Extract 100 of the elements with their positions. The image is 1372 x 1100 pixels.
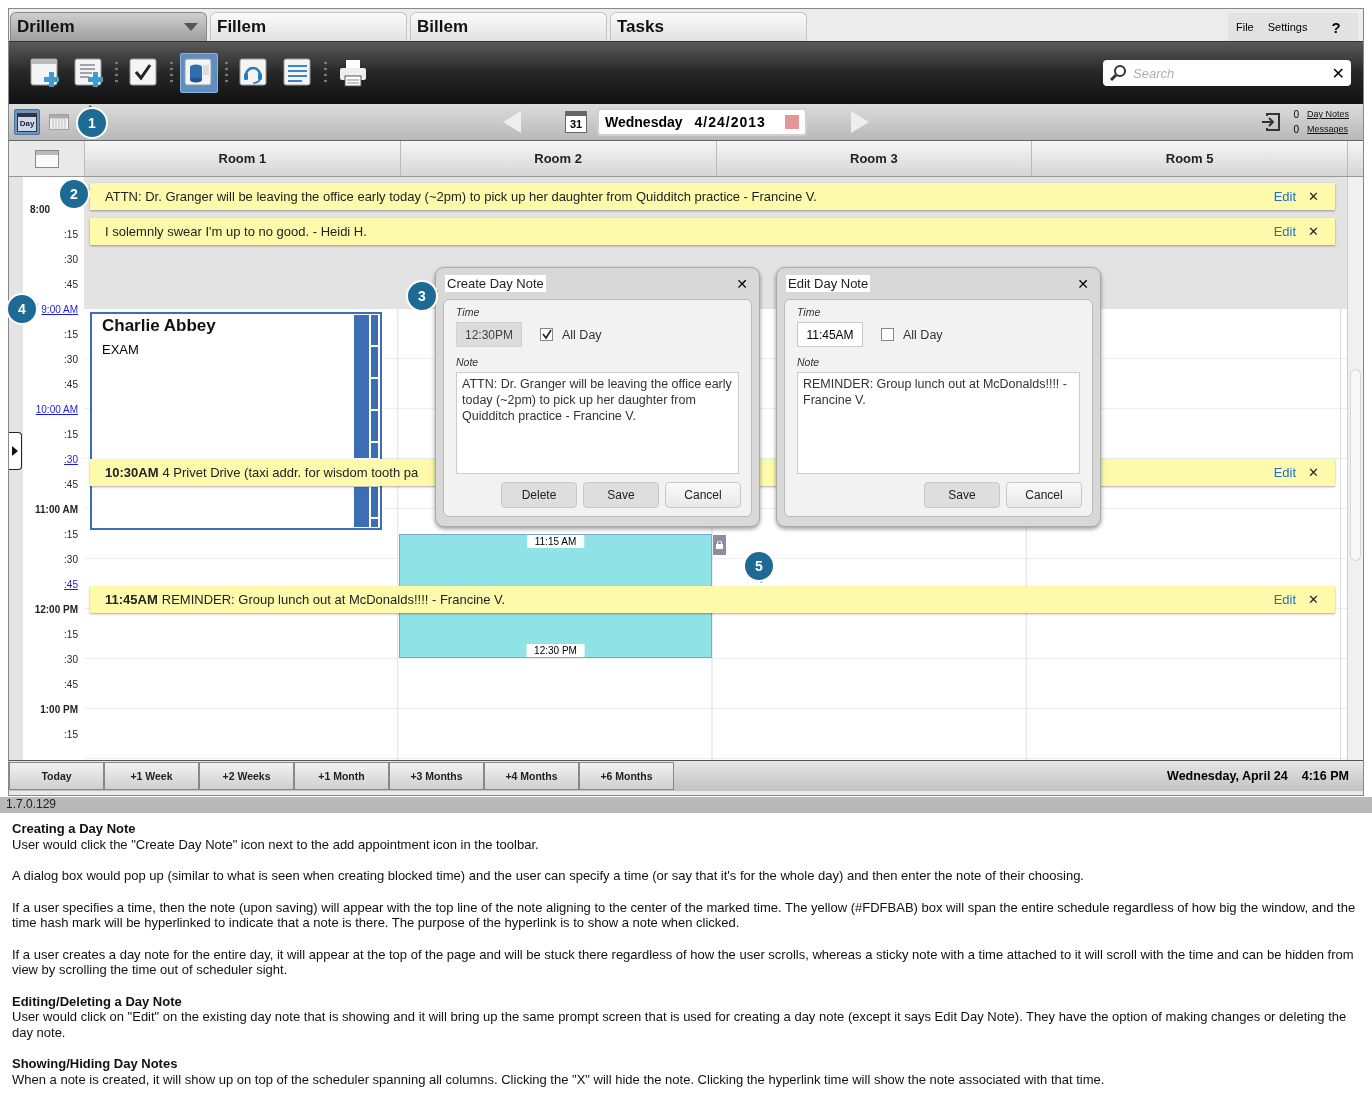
time-field: 12:30PM xyxy=(456,322,522,347)
field-label: Note xyxy=(797,356,821,368)
note-field[interactable]: REMINDER: Group lunch out at McDonalds!!!! - Francine V. xyxy=(797,372,1080,474)
time-link[interactable]: :45 xyxy=(64,579,78,590)
appointment-type: EXAM xyxy=(102,342,140,357)
close-button[interactable]: ✕ xyxy=(1308,592,1319,607)
edit-link[interactable]: Edit xyxy=(1273,224,1297,239)
time-link[interactable]: 9:00 AM xyxy=(41,304,78,315)
time-label: 8:00 xyxy=(30,204,50,215)
time-label: 1:00 PM xyxy=(40,704,78,715)
note-plus-icon xyxy=(72,56,106,90)
close-button[interactable]: ✕ xyxy=(1308,224,1319,239)
note-field[interactable]: ATTN: Dr. Granger will be leaving the office early today (~2pm) to pick up her daughter from Quidditch practice - Francine V. xyxy=(456,372,739,474)
checkbox[interactable] xyxy=(881,328,894,341)
time-link[interactable]: :30 xyxy=(64,454,78,465)
edit-link[interactable]: Edit xyxy=(1273,465,1297,480)
expand-handle[interactable] xyxy=(9,432,22,470)
paragraph: User would click on "Edit" on the existing day note that is showing and it will bring up the same prompt screen that is used for creating a day note (except it says Edit Day Note). They have the option of making changes or deleting the day note. xyxy=(12,1009,1348,1040)
time-label: :45 xyxy=(64,679,78,690)
checkbox[interactable] xyxy=(540,328,553,341)
status-date: Wednesday, April 24 xyxy=(1167,769,1288,783)
counter-link[interactable]: Day Notes xyxy=(1306,107,1349,122)
status-stripe xyxy=(354,486,380,528)
search-icon xyxy=(1109,64,1127,82)
dialog-button[interactable]: Cancel xyxy=(665,482,741,508)
paragraph: User would click the "Create Day Note" icon next to the add appointment icon in the toolbar. xyxy=(12,836,540,852)
dialog-title: Edit Day Note xyxy=(786,275,871,292)
count-text: 0 xyxy=(1293,123,1299,137)
tab[interactable]: Fillem xyxy=(210,12,407,41)
note-text: I solemnly swear I'm up to no good. - Heidi H. xyxy=(105,224,368,239)
jump-button[interactable]: Today xyxy=(9,762,104,790)
column-header: Room 5 xyxy=(1031,141,1347,176)
time-label: :30 xyxy=(64,654,78,665)
close-button[interactable]: ✕ xyxy=(1308,189,1319,204)
field-label: Time xyxy=(797,306,822,318)
clear-button[interactable]: ✕ xyxy=(1331,63,1345,83)
color-swatch xyxy=(785,115,799,129)
time-label: :30 xyxy=(64,354,78,365)
dialog-button[interactable]: Save xyxy=(583,482,659,508)
menu-item[interactable]: File xyxy=(1236,21,1254,33)
search-field[interactable]: Search ✕ xyxy=(1103,60,1351,86)
time-label: :15 xyxy=(64,529,78,540)
paragraph: If a user creates a day note for the entire day, it will appear at the top of the page and will be stuck there regardless of how the user scrolls, whereas a sticky note with a time attached to it will scroll with the time and can be hidden from view by scrolling the time out of scheduler sight. xyxy=(12,946,1355,978)
menu-item[interactable]: Settings xyxy=(1267,21,1308,33)
help-button[interactable]: ? xyxy=(1331,18,1341,36)
appointment-card[interactable] xyxy=(90,486,382,530)
start-time-label: 11:15 AM xyxy=(526,535,585,548)
exit-icon[interactable] xyxy=(1261,112,1282,132)
time-link[interactable]: 10:00 AM xyxy=(35,404,78,415)
section-heading: Showing/Hiding Day Notes xyxy=(12,1056,179,1072)
calendar-plus-icon xyxy=(28,56,62,90)
dialog-button[interactable]: Save xyxy=(924,482,1000,508)
jump-button[interactable]: +6 Months xyxy=(579,762,674,790)
edit-link[interactable]: Edit xyxy=(1273,592,1297,607)
note-text: 10:30AM 4 Privet Drive (taxi addr. for wisdom tooth pa xyxy=(105,465,420,480)
close-button[interactable]: ✕ xyxy=(1077,275,1089,292)
window-icon[interactable] xyxy=(34,149,59,168)
status-time: 4:16 PM xyxy=(1301,769,1349,783)
lock-icon xyxy=(716,541,723,549)
section-heading: Editing/Deleting a Day Note xyxy=(12,993,183,1009)
dialog-button[interactable]: Delete xyxy=(501,482,577,508)
paragraph: A dialog box would pop up (similar to what is seen when creating blocked time) and the user can specify a time (or say that it's for the whole day) and then enter the note of their choosing. xyxy=(12,868,1085,884)
close-button[interactable]: ✕ xyxy=(736,275,748,292)
jump-button[interactable]: +1 Week xyxy=(104,762,199,790)
jump-button[interactable]: +2 Weeks xyxy=(199,762,294,790)
dialog-button[interactable]: Cancel xyxy=(1006,482,1082,508)
calendar-button[interactable]: 31 xyxy=(565,111,587,133)
edit-link[interactable]: Edit xyxy=(1273,189,1297,204)
note-text: ATTN: Dr. Granger will be leaving the office early today (~2pm) to pick up her daughter from Quidditch practice - Francine V. xyxy=(105,189,818,204)
appointment-card[interactable]: Charlie Abbey EXAM xyxy=(90,312,382,459)
time-label: 12:00 PM xyxy=(34,604,78,615)
time-label: :15 xyxy=(64,629,78,640)
tab[interactable]: Drillem xyxy=(10,12,207,41)
caret-icon[interactable] xyxy=(184,23,198,31)
close-button[interactable]: ✕ xyxy=(1308,465,1319,480)
database-button[interactable] xyxy=(180,53,218,93)
tab[interactable]: Tasks xyxy=(610,12,807,41)
tab[interactable]: Billem xyxy=(410,12,607,41)
date-field[interactable]: Wednesday 4/24/2013 xyxy=(597,108,807,136)
time-label: 11:00 AM xyxy=(35,504,78,515)
end-time-label: 12:30 PM xyxy=(526,644,585,657)
time-label: :30 xyxy=(64,554,78,565)
time-label: :30 xyxy=(64,254,78,265)
time-field[interactable]: 11:45AM xyxy=(797,322,863,347)
scrollbar[interactable] xyxy=(1347,177,1363,760)
jump-button[interactable]: +4 Months xyxy=(484,762,579,790)
checkmark-icon xyxy=(541,329,552,340)
field-label: Note xyxy=(456,356,480,368)
count-text: 0 xyxy=(1293,108,1299,122)
column-header: Room 2 xyxy=(399,141,716,176)
jump-button[interactable]: +3 Months xyxy=(389,762,484,790)
counter-link[interactable]: Messages xyxy=(1306,122,1349,137)
patient-name: Charlie Abbey xyxy=(102,316,217,336)
time-label: :15 xyxy=(64,329,78,340)
section-heading: Creating a Day Note xyxy=(12,821,137,837)
checkbox-label: All Day xyxy=(903,327,943,342)
time-label: :15 xyxy=(64,429,78,440)
jump-button[interactable]: +1 Month xyxy=(294,762,389,790)
checkbox-label: All Day xyxy=(562,327,602,342)
paragraph: If a user specifies a time, then the note (upon saving) will appear with the top line of the note aligning to the center of the marked time. The yellow (#FDFBAB) box will span the entire schedule regardless of how big the window, and the time hash mark will be hyperlinked to indicate that a note is there. The purpose of the hyperlink is to show a note when clicked. xyxy=(12,899,1357,931)
